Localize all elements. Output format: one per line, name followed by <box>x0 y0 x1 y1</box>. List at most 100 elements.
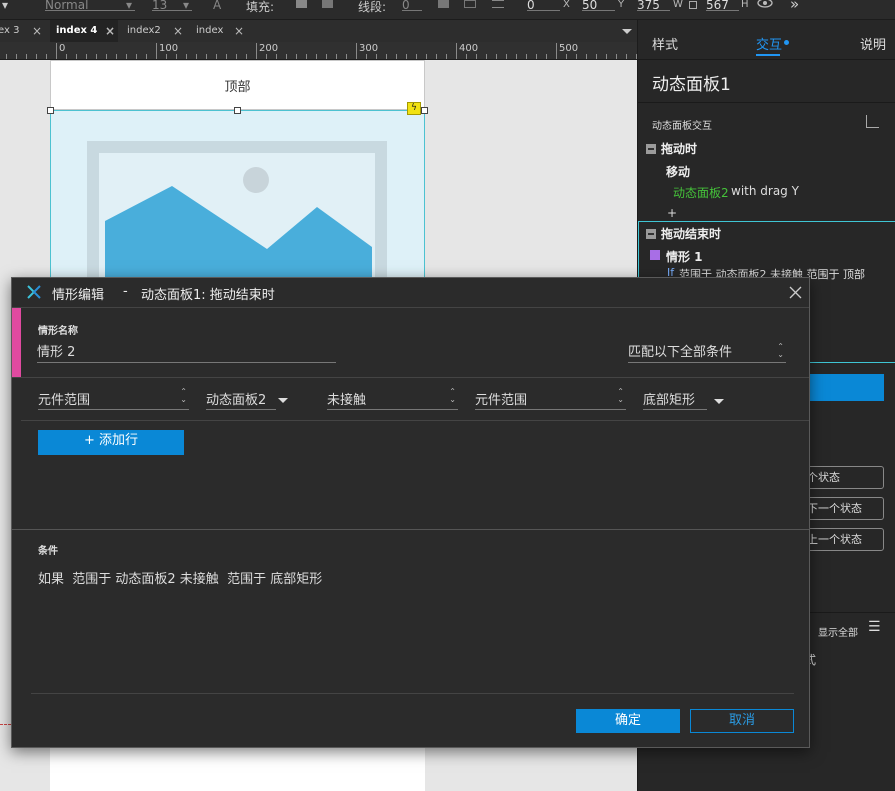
app-logo-icon <box>27 285 41 299</box>
close-icon[interactable]: × <box>173 20 183 42</box>
panel-name: 动态面板1 <box>652 75 731 95</box>
stroke-color-swatch[interactable] <box>438 0 449 8</box>
text-color-icon[interactable]: A <box>213 0 221 12</box>
interaction-dot-icon <box>784 40 789 45</box>
operator-select[interactable]: 未接触 ⌃ ⌄ <box>327 386 458 410</box>
case-icon <box>650 250 660 260</box>
prev-state-button[interactable]: 上一个状态 <box>804 528 884 551</box>
bottom-rectangle-widget[interactable] <box>50 748 425 791</box>
tab-overflow-icon[interactable] <box>622 29 632 34</box>
chevron-down-icon[interactable]: ▾ <box>126 0 132 12</box>
action-move-target[interactable]: 动态面板2 <box>673 184 729 201</box>
cancel-button[interactable]: 取消 <box>690 709 794 733</box>
show-all-link[interactable]: 显示全部 <box>818 624 858 639</box>
tab-label: index2 <box>127 25 161 36</box>
tab-label: ex 3 <box>0 25 20 36</box>
case-name-input[interactable]: 情形 2 <box>37 341 336 363</box>
close-icon[interactable]: × <box>32 20 42 42</box>
image-placeholder-icon <box>87 141 387 291</box>
conditions-label: 条件 <box>38 546 58 557</box>
event-drag-end[interactable]: 拖动结束时 <box>646 225 721 242</box>
close-icon[interactable]: × <box>105 20 115 42</box>
stroke-label: 线段: <box>358 0 387 14</box>
arrow-style-icon[interactable] <box>492 0 504 8</box>
next-state-button[interactable]: 下一个状态 <box>804 497 884 520</box>
tab-interaction[interactable]: 交互 <box>756 34 782 53</box>
tab-index2[interactable]: index2 × <box>121 20 187 42</box>
compare-type-select[interactable]: 元件范围 ⌃ ⌄ <box>475 386 626 410</box>
lightning-icon[interactable]: ϟ <box>407 102 421 115</box>
set-state-button[interactable]: 个状态 <box>804 466 884 489</box>
section-title: 动态面板交互 <box>652 121 712 132</box>
expand-icon[interactable] <box>866 115 879 128</box>
add-row-button[interactable]: + 添加行 <box>38 430 184 455</box>
case-1[interactable]: 情形 1 <box>650 248 703 265</box>
resize-handle[interactable] <box>421 107 428 114</box>
more-icon[interactable]: » <box>790 0 799 13</box>
chevron-down-icon[interactable] <box>278 398 288 403</box>
y-input[interactable]: 50 <box>582 0 615 12</box>
stroke-style-icon[interactable] <box>464 0 476 8</box>
spinner-icon: ⌃ ⌄ <box>449 387 456 404</box>
dialog-title: 情形编辑 <box>52 288 105 303</box>
h-label: H <box>741 0 749 10</box>
dialog-subtitle: 动态面板1: 拖动结束时 <box>141 288 275 303</box>
match-condition-select[interactable]: 匹配以下全部条件 ⌃ ⌄ <box>628 341 786 363</box>
collapse-icon[interactable] <box>646 229 656 239</box>
condition-type-value: 元件范围 <box>38 393 91 408</box>
divider <box>21 420 809 421</box>
top-toolbar: ▾ Normal ▾ 13 ▾ A 填充: 线段: 0 0 X 50 Y 375… <box>0 0 895 20</box>
divider <box>638 59 895 60</box>
tab-style[interactable]: 样式 <box>652 34 678 53</box>
add-action-button[interactable]: + <box>667 206 677 220</box>
resize-handle[interactable] <box>234 107 241 114</box>
top-rectangle-label: 顶部 <box>224 80 251 95</box>
close-icon[interactable] <box>789 286 802 299</box>
guide-line <box>0 724 11 725</box>
collapse-icon[interactable] <box>646 144 656 154</box>
chevron-down-icon[interactable] <box>714 399 724 404</box>
compare-type-value: 元件范围 <box>475 393 528 408</box>
font-style-select[interactable]: Normal <box>45 0 135 12</box>
divider <box>638 102 895 103</box>
fill-label: 填充: <box>246 0 275 14</box>
divider <box>31 693 794 694</box>
height-input[interactable]: 567 <box>706 0 739 12</box>
fill-color-swatch[interactable] <box>296 0 307 8</box>
menu-icon[interactable]: ☰ <box>868 619 881 635</box>
case-name-value: 情形 2 <box>37 345 76 360</box>
y-label: Y <box>618 0 625 10</box>
compare-widget-select[interactable]: 底部矩形 <box>643 386 707 410</box>
dynamic-panel-widget[interactable] <box>50 110 425 291</box>
active-tab-underline <box>756 54 780 56</box>
ruler-label: 200 <box>259 43 279 54</box>
top-rectangle-widget[interactable]: 顶部 <box>50 60 425 110</box>
chevron-down-icon[interactable]: ▾ <box>2 0 8 12</box>
tab-notes[interactable]: 说明 <box>860 34 886 53</box>
eye-icon[interactable] <box>756 0 774 9</box>
stroke-width-input[interactable]: 0 <box>402 0 422 12</box>
condition-type-select[interactable]: 元件范围 ⌃ ⌄ <box>38 386 189 410</box>
tab-label: index 4 <box>56 25 98 36</box>
event-drag[interactable]: 拖动时 <box>646 140 697 157</box>
resize-handle[interactable] <box>47 107 54 114</box>
x-input[interactable]: 0 <box>527 0 560 12</box>
add-case-button[interactable] <box>804 374 884 401</box>
ruler-label: 300 <box>359 43 379 54</box>
fill-opacity-icon[interactable] <box>322 0 333 8</box>
width-input[interactable]: 375 <box>637 0 670 12</box>
tab-index3[interactable]: ex 3 × <box>0 20 48 42</box>
ruler-label: 0 <box>59 43 66 54</box>
spinner-icon: ⌃ ⌄ <box>617 387 624 404</box>
target-widget-select[interactable]: 动态面板2 <box>206 386 276 410</box>
ok-button[interactable]: 确定 <box>576 709 680 733</box>
chevron-down-icon[interactable]: ▾ <box>183 0 189 12</box>
action-move[interactable]: 移动 <box>666 163 690 180</box>
tab-index[interactable]: index × <box>190 20 250 42</box>
divider <box>12 307 809 308</box>
case-editor-dialog: 情形编辑 - 动态面板1: 拖动结束时 情形名称 情形 2 匹配以下全部条件 ⌃ ⌄… <box>11 277 810 748</box>
close-icon[interactable]: × <box>234 20 244 42</box>
tab-index4[interactable]: index 4 × <box>50 20 118 42</box>
spinner-icon: ⌃ ⌄ <box>777 342 784 359</box>
lock-icon[interactable] <box>689 1 697 9</box>
